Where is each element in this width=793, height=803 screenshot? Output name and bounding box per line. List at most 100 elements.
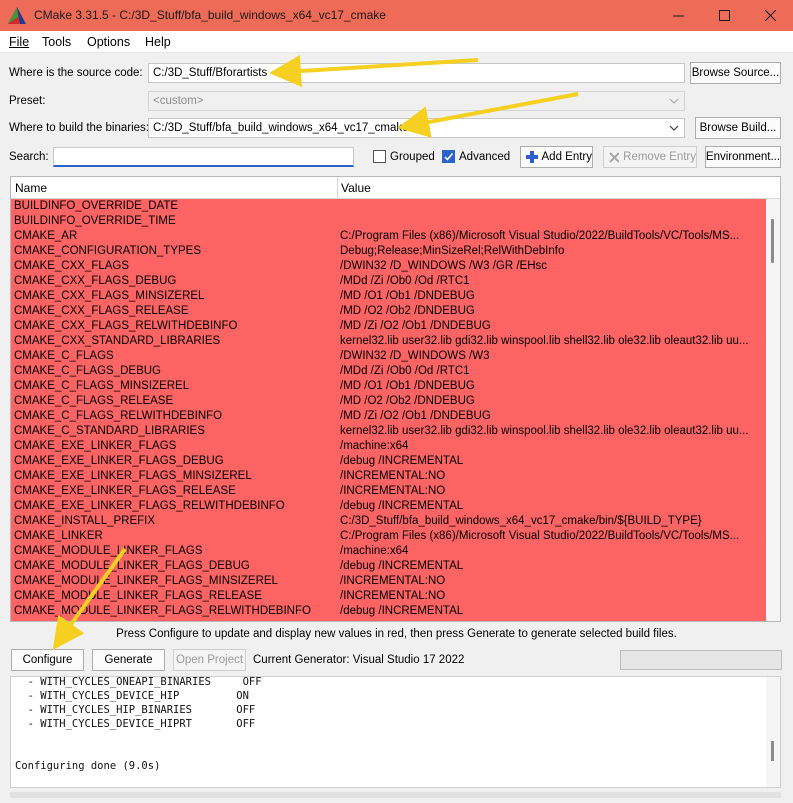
cache-entry-value[interactable]: /INCREMENTAL:NO <box>340 574 764 589</box>
preset-select[interactable]: <custom> <box>148 91 685 111</box>
table-row[interactable]: CMAKE_EXE_LINKER_FLAGS/machine:x64 <box>11 439 766 454</box>
cache-entry-value[interactable]: /INCREMENTAL:NO <box>340 469 764 484</box>
advanced-label: Advanced <box>459 151 511 163</box>
cache-entry-value[interactable]: /DWIN32 /D_WINDOWS /W3 /GR /EHsc <box>340 259 764 274</box>
add-entry-button[interactable]: Add Entry <box>520 146 593 168</box>
log-line: - WITH_CYCLES_DEVICE_HIP ON <box>15 690 249 702</box>
table-row[interactable]: CMAKE_CXX_FLAGS/DWIN32 /D_WINDOWS /W3 /G… <box>11 259 766 274</box>
table-row[interactable]: CMAKE_C_STANDARD_LIBRARIES kernel32.lib u… <box>11 424 766 439</box>
table-row[interactable]: CMAKE_C_FLAGS_RELEASE/MD /O2 /Ob2 /DNDEB… <box>11 394 766 409</box>
cache-entry-value[interactable]: /MD /Zi /O2 /Ob1 /DNDEBUG <box>340 409 764 424</box>
menu-bar: File Tools Options Help <box>0 31 793 53</box>
generate-button[interactable]: Generate <box>92 649 165 671</box>
table-row[interactable]: CMAKE_EXE_LINKER_FLAGS_RELEASE/INCREMENT… <box>11 484 766 499</box>
table-row[interactable]: CMAKE_EXE_LINKER_FLAGS_DEBUG/debug /INCR… <box>11 454 766 469</box>
table-row[interactable]: BUILDINFO_OVERRIDE_TIME <box>11 214 766 229</box>
table-row[interactable]: CMAKE_MODULE_LINKER_FLAGS_RELWITHDEBINFO… <box>11 604 766 619</box>
menu-help[interactable]: Help <box>145 35 171 49</box>
table-row[interactable]: CMAKE_C_FLAGS/DWIN32 /D_WINDOWS /W3 <box>11 349 766 364</box>
cache-entry-value[interactable]: /debug /INCREMENTAL <box>340 454 764 469</box>
remove-x-icon <box>609 151 620 163</box>
search-input[interactable] <box>53 147 354 167</box>
cache-entry-value[interactable]: /machine:x64 <box>340 439 764 454</box>
cache-entry-value[interactable]: /debug /INCREMENTAL <box>340 499 764 514</box>
cache-entry-value[interactable]: Debug;Release;MinSizeRel;RelWithDebInfo <box>340 244 764 259</box>
table-row[interactable]: CMAKE_INSTALL_PREFIX C:/3D_Stuff/bfa_buil… <box>11 514 766 529</box>
browse-source-button[interactable]: Browse Source... <box>690 62 781 84</box>
table-row[interactable]: CMAKE_CXX_FLAGS_RELWITHDEBINFO/MD /Zi /O… <box>11 319 766 334</box>
cache-entry-value[interactable]: /MD /Zi /O2 /Ob1 /DNDEBUG <box>340 319 764 334</box>
cache-entry-name: CMAKE_EXE_LINKER_FLAGS_MINSIZEREL <box>14 470 252 482</box>
open-project-button[interactable]: Open Project <box>173 649 246 671</box>
table-body: BUILDINFO_OVERRIDE_DATE BUILDINFO_OVERRID… <box>11 199 766 621</box>
scrollbar-thumb[interactable] <box>771 741 774 761</box>
menu-file[interactable]: File <box>9 35 29 49</box>
chevron-down-icon <box>669 98 679 104</box>
table-row[interactable]: CMAKE_CXX_STANDARD_LIBRARIES kernel32.lib… <box>11 334 766 349</box>
plus-icon <box>526 151 538 163</box>
cache-entry-value[interactable]: /debug /INCREMENTAL <box>340 604 764 619</box>
column-header-name[interactable]: Name <box>15 181 47 195</box>
cache-entry-value[interactable]: /INCREMENTAL:NO <box>340 589 764 604</box>
title-bar: CMake 3.31.5 - C:/3D_Stuff/bfa_build_win… <box>0 0 793 31</box>
table-row[interactable]: CMAKE_C_FLAGS_DEBUG/MDd /Zi /Ob0 /Od /RT… <box>11 364 766 379</box>
cache-entry-value[interactable]: /MD /O2 /Ob2 /DNDEBUG <box>340 394 764 409</box>
scrollbar-thumb[interactable] <box>771 219 774 263</box>
close-button[interactable] <box>747 0 793 31</box>
remove-entry-button[interactable]: Remove Entry <box>603 146 697 168</box>
cache-entry-value[interactable]: C:/Program Files (x86)/Microsoft Visual … <box>340 529 764 544</box>
cache-entry-value[interactable]: /MD /O1 /Ob1 /DNDEBUG <box>340 289 764 304</box>
environment-button[interactable]: Environment... <box>705 146 781 168</box>
table-row[interactable]: CMAKE_MODULE_LINKER_FLAGS_MINSIZEREL/INC… <box>11 574 766 589</box>
advanced-checkbox[interactable] <box>442 150 455 163</box>
cache-entry-value[interactable]: kernel32.lib user32.lib gdi32.lib winspo… <box>340 334 764 349</box>
output-vertical-scrollbar[interactable] <box>766 677 780 787</box>
table-row[interactable]: CMAKE_C_FLAGS_MINSIZEREL/MD /O1 /Ob1 /DN… <box>11 379 766 394</box>
cache-entry-name: CMAKE_EXE_LINKER_FLAGS <box>14 440 177 452</box>
table-row[interactable]: CMAKE_CONFIGURATION_TYPES Debug;Release;M… <box>11 244 766 259</box>
table-row[interactable]: CMAKE_CXX_FLAGS_RELEASE/MD /O2 /Ob2 /DND… <box>11 304 766 319</box>
cache-entry-value[interactable]: /MDd /Zi /Ob0 /Od /RTC1 <box>340 364 764 379</box>
grouped-checkbox[interactable] <box>373 150 386 163</box>
cache-entry-value[interactable]: C:/3D_Stuff/bfa_build_windows_x64_vc17_c… <box>340 514 764 529</box>
table-row[interactable]: CMAKE_CXX_FLAGS_MINSIZEREL/MD /O1 /Ob1 /… <box>11 289 766 304</box>
table-row[interactable]: CMAKE_EXE_LINKER_FLAGS_RELWITHDEBINFO/de… <box>11 499 766 514</box>
cache-entry-value[interactable]: /MD /O2 /Ob2 /DNDEBUG <box>340 304 764 319</box>
column-separator[interactable] <box>337 177 338 199</box>
table-row[interactable]: CMAKE_LINKER C:/Program Files (x86)/Micro… <box>11 529 766 544</box>
table-row[interactable]: CMAKE_C_FLAGS_RELWITHDEBINFO/MD /Zi /O2 … <box>11 409 766 424</box>
source-path-input[interactable]: C:/3D_Stuff/Bforartists <box>148 63 685 83</box>
output-horizontal-scrollbar[interactable] <box>0 790 793 803</box>
configure-button[interactable]: Configure <box>11 649 84 671</box>
table-vertical-scrollbar[interactable] <box>766 199 780 621</box>
table-row[interactable]: CMAKE_MODULE_LINKER_FLAGS_DEBUG/debug /I… <box>11 559 766 574</box>
cache-entry-value[interactable]: /DWIN32 /D_WINDOWS /W3 <box>340 349 764 364</box>
current-generator-label: Current Generator: Visual Studio 17 2022 <box>253 654 465 666</box>
cache-entry-name: BUILDINFO_OVERRIDE_DATE <box>14 200 179 212</box>
table-row[interactable]: CMAKE_AR C:/Program Files (x86)/Microsoft… <box>11 229 766 244</box>
menu-options[interactable]: Options <box>87 35 130 49</box>
binaries-path-combo[interactable]: C:/3D_Stuff/bfa_build_windows_x64_vc17_c… <box>148 118 685 138</box>
cache-entry-value[interactable]: kernel32.lib user32.lib gdi32.lib winspo… <box>340 424 764 439</box>
maximize-button[interactable] <box>701 0 747 31</box>
table-row[interactable]: BUILDINFO_OVERRIDE_DATE <box>11 199 766 214</box>
table-row[interactable]: CMAKE_MODULE_LINKER_FLAGS/machine:x64 <box>11 544 766 559</box>
cache-entry-value[interactable]: /INCREMENTAL:NO <box>340 484 764 499</box>
cache-entry-value[interactable]: /MD /O1 /Ob1 /DNDEBUG <box>340 379 764 394</box>
cache-entry-value[interactable]: /machine:x64 <box>340 544 764 559</box>
table-row[interactable]: CMAKE_CXX_FLAGS_DEBUG/MDd /Zi /Ob0 /Od /… <box>11 274 766 289</box>
column-header-value[interactable]: Value <box>341 181 371 195</box>
output-log[interactable]: - WITH_CYCLES_ONEAPI_BINARIES OFF - WITH… <box>10 676 781 788</box>
cache-entry-value[interactable]: /debug /INCREMENTAL <box>340 559 764 574</box>
remove-entry-label: Remove Entry <box>623 151 696 163</box>
minimize-button[interactable] <box>655 0 701 31</box>
cache-entry-value[interactable]: C:/Program Files (x86)/Microsoft Visual … <box>340 229 764 244</box>
horizontal-scroll-track[interactable] <box>10 792 781 798</box>
browse-build-button[interactable]: Browse Build... <box>695 117 781 139</box>
checkmark-icon <box>444 152 454 161</box>
menu-tools[interactable]: Tools <box>42 35 71 49</box>
table-row[interactable]: CMAKE_MODULE_LINKER_FLAGS_RELEASE/INCREM… <box>11 589 766 604</box>
table-row[interactable]: CMAKE_EXE_LINKER_FLAGS_MINSIZEREL/INCREM… <box>11 469 766 484</box>
cache-entry-value[interactable]: /MDd /Zi /Ob0 /Od /RTC1 <box>340 274 764 289</box>
